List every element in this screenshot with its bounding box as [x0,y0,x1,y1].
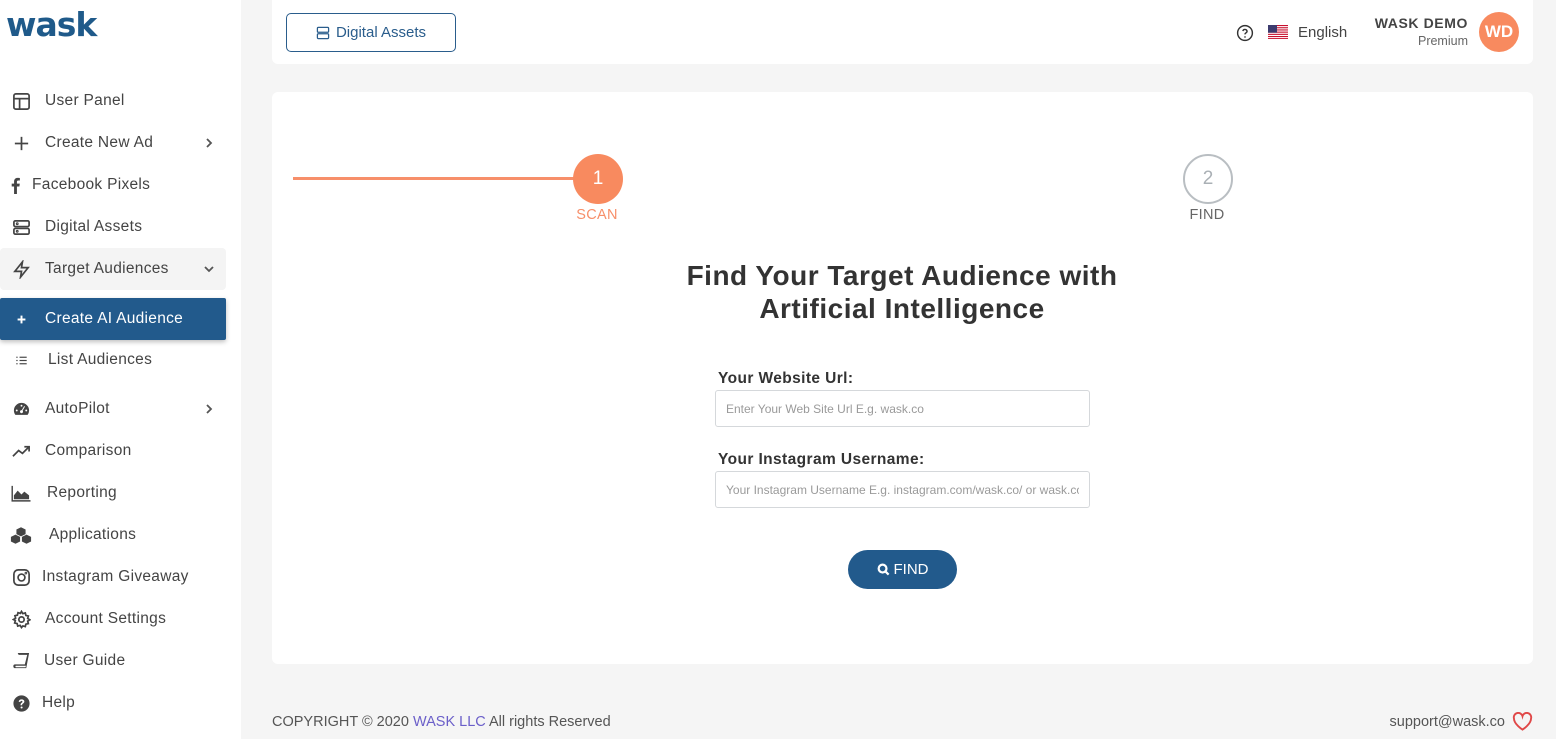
gear-icon [10,608,32,630]
copyright: COPYRIGHT © 2020 WASK LLC All rights Res… [272,714,611,730]
list-icon [10,349,32,371]
chevron-down-icon [202,262,216,276]
heart-icon [1512,712,1533,731]
search-icon [877,563,889,576]
digital-assets-button[interactable]: Digital Assets [286,13,456,52]
sidebar: wask User Panel Create New Ad Facebook P… [0,0,241,739]
sidebar-item-user-guide[interactable]: User Guide [0,640,226,682]
instagram-username-label: Your Instagram Username: [718,451,925,468]
step-1-label: SCAN [576,207,618,223]
area-chart-icon [10,482,32,504]
sidebar-item-help[interactable]: Help [0,682,226,724]
sidebar-item-account-settings[interactable]: Account Settings [0,598,226,640]
sidebar-item-label: List Audiences [48,351,153,368]
sidebar-item-autopilot[interactable]: AutoPilot [0,388,226,430]
step-1-circle: 1 [573,154,623,204]
sidebar-item-instagram-giveaway[interactable]: Instagram Giveaway [0,556,226,598]
gauge-icon [10,398,32,420]
sidebar-item-label: Target Audiences [45,260,169,277]
sidebar-item-list-audiences[interactable]: List Audiences [0,339,226,381]
facebook-icon [4,174,26,196]
step-2-label: FIND [1189,207,1225,223]
progress-line [293,177,575,180]
cubes-icon [10,524,32,546]
user-plan: Premium [1417,34,1468,48]
sidebar-item-label: Help [42,694,76,711]
chevron-right-icon [202,402,216,416]
digital-assets-button-label: Digital Assets [335,24,427,41]
sidebar-item-digital-assets[interactable]: Digital Assets [0,206,226,248]
user-name: WASK DEMO [1374,15,1468,31]
help-circle-icon[interactable] [1236,24,1254,42]
step-2-circle: 2 [1183,154,1233,204]
language-selector[interactable]: English [1298,24,1347,41]
support-email[interactable]: support@wask.co [1390,714,1505,730]
sidebar-item-label: Applications [49,526,137,543]
sidebar-item-label: Reporting [47,484,117,501]
plus-small-icon [10,308,32,330]
sidebar-item-label: Create AI Audience [45,310,184,327]
find-button[interactable]: FIND [848,550,957,589]
page-title-line-2: Artificial Intelligence [759,293,1045,324]
instagram-icon [10,566,32,588]
chevron-right-icon [202,136,216,150]
question-circle-icon [10,692,32,714]
sidebar-item-label: Digital Assets [45,218,143,235]
website-url-label: Your Website Url: [718,370,854,387]
sidebar-item-target-audiences[interactable]: Target Audiences [0,248,226,290]
sidebar-item-label: Facebook Pixels [32,176,151,193]
sidebar-item-label: User Panel [45,92,125,109]
server-icon [316,26,330,39]
website-url-input[interactable] [715,390,1090,427]
sidebar-item-label: User Guide [44,652,126,669]
top-header: Digital Assets English WASK DEMO Premium… [272,0,1533,64]
copyright-prefix: COPYRIGHT © 2020 [272,714,413,730]
trend-icon [10,440,32,462]
page-title: Find Your Target Audience with Artificia… [602,259,1202,325]
layout-icon [10,90,32,112]
sidebar-item-create-new-ad[interactable]: Create New Ad [0,122,226,164]
copyright-suffix: All rights Reserved [485,714,611,730]
us-flag-icon[interactable] [1268,25,1288,39]
company-link[interactable]: WASK LLC [413,714,486,730]
sidebar-item-applications[interactable]: Applications [0,514,226,556]
sidebar-item-facebook-pixels[interactable]: Facebook Pixels [0,164,226,206]
avatar[interactable]: WD [1479,12,1519,52]
server-icon [10,216,32,238]
bolt-icon [10,258,32,280]
sidebar-item-create-ai-audience[interactable]: Create AI Audience [0,298,226,340]
page-title-line-1: Find Your Target Audience with [686,260,1118,291]
sidebar-item-user-panel[interactable]: User Panel [0,80,226,122]
book-icon [10,650,32,672]
sidebar-item-reporting[interactable]: Reporting [0,472,226,514]
sidebar-item-comparison[interactable]: Comparison [0,430,226,472]
sidebar-item-label: Account Settings [45,610,167,627]
main-card: 1 SCAN 2 FIND Find Your Target Audience … [272,92,1533,664]
plus-icon [10,132,32,154]
sidebar-item-label: Comparison [45,442,132,459]
sidebar-item-label: Instagram Giveaway [42,568,189,585]
wask-logo[interactable]: wask [6,2,97,46]
find-button-label: FIND [893,561,929,578]
instagram-username-input[interactable] [715,471,1090,508]
sidebar-item-label: AutoPilot [45,400,110,417]
sidebar-item-label: Create New Ad [45,134,154,151]
